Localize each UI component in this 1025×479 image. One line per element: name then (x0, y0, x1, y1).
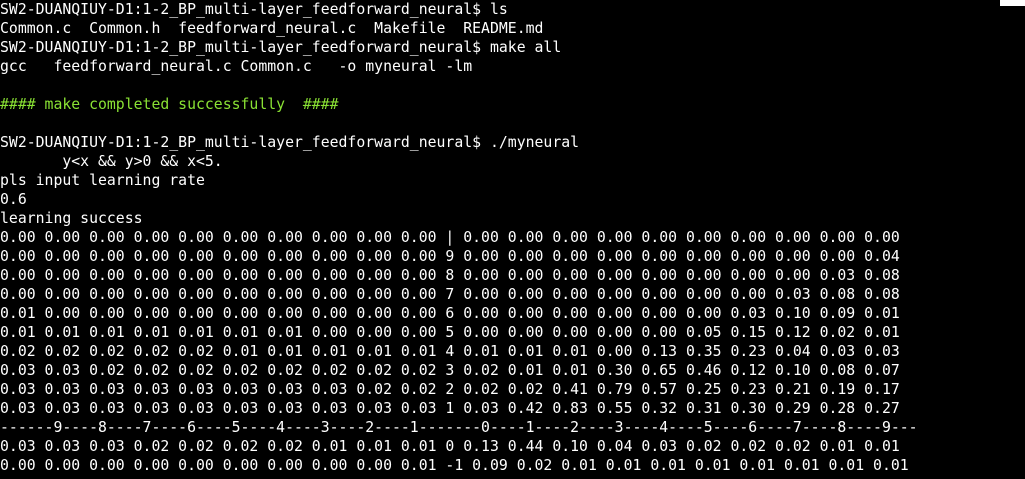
output-grid-row: 0.00 0.00 0.00 0.00 0.00 0.00 0.00 0.00 … (0, 248, 900, 265)
output-grid-row: 0.03 0.03 0.03 0.03 0.03 0.03 0.03 0.03 … (0, 400, 900, 417)
terminal-line: SW2-DUANQIUY-D1:1-2_BP_multi-layer_feedf… (0, 134, 580, 151)
terminal-window[interactable]: SW2-DUANQIUY-D1:1-2_BP_multi-layer_feedf… (0, 0, 1025, 479)
terminal-line: SW2-DUANQIUY-D1:1-2_BP_multi-layer_feedf… (0, 1, 508, 18)
make-success-message: #### make completed successfully #### (0, 96, 339, 113)
output-grid-row: 0.01 0.01 0.01 0.01 0.01 0.01 0.01 0.00 … (0, 324, 900, 341)
output-grid-row: 0.00 0.00 0.00 0.00 0.00 0.00 0.00 0.00 … (0, 267, 900, 284)
terminal-line: pls input learning rate (0, 172, 205, 189)
terminal-line: 0.6 (0, 191, 27, 208)
output-grid-row: 0.03 0.03 0.03 0.02 0.02 0.02 0.02 0.01 … (0, 438, 900, 455)
output-grid-axis: ------9----8----7----6----5----4----3---… (0, 419, 918, 436)
terminal-line: Common.c Common.h feedforward_neural.c M… (0, 20, 544, 37)
output-grid-row: 0.00 0.00 0.00 0.00 0.00 0.00 0.00 0.00 … (0, 286, 900, 303)
terminal-line: learning success (0, 210, 143, 227)
output-grid-row: 0.01 0.00 0.00 0.00 0.00 0.00 0.00 0.00 … (0, 305, 900, 322)
output-grid-row: 0.02 0.02 0.02 0.02 0.02 0.01 0.01 0.01 … (0, 343, 900, 360)
terminal-line: SW2-DUANQIUY-D1:1-2_BP_multi-layer_feedf… (0, 39, 562, 56)
output-grid-row: 0.03 0.03 0.03 0.03 0.03 0.03 0.03 0.03 … (0, 381, 900, 398)
scrollbar-thumb[interactable] (1000, 0, 1025, 6)
terminal-line: y<x && y>0 && x<5. (0, 153, 223, 170)
output-grid-row: 0.00 0.00 0.00 0.00 0.00 0.00 0.00 0.00 … (0, 229, 900, 246)
terminal-line: gcc feedforward_neural.c Common.c -o myn… (0, 58, 473, 75)
output-grid-row: 0.00 0.00 0.00 0.00 0.00 0.00 0.00 0.00 … (0, 457, 909, 474)
output-grid-row: 0.03 0.03 0.02 0.02 0.02 0.02 0.02 0.02 … (0, 362, 900, 379)
